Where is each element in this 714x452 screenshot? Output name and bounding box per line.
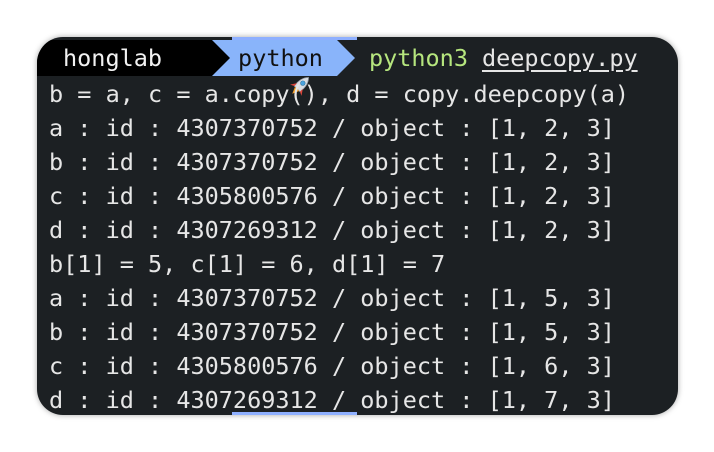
output-line: d : id : 4307269312 / object : [1, 7, 3] — [49, 386, 615, 414]
terminal-window[interactable]: honglab python python3 deepcopy.py b = a… — [37, 37, 678, 415]
powerline-separator — [212, 40, 231, 76]
rocket-icon — [172, 45, 310, 96]
prompt-directory: python — [238, 44, 323, 72]
terminal-output: b = a, c = a.copy(), d = copy.deepcopy(a… — [49, 77, 674, 415]
prompt-user-segment: honglab — [37, 40, 310, 96]
powerline-separator — [336, 40, 355, 76]
command-line[interactable]: python3 deepcopy.py — [369, 44, 638, 72]
output-line: d : id : 4307269312 / object : [1, 2, 3] — [49, 216, 615, 244]
shell-prompt: honglab python python3 deepcopy.py — [37, 40, 678, 96]
output-line: a : id : 4307370752 / object : [1, 2, 3] — [49, 114, 615, 142]
prompt-directory-segment: python — [212, 40, 355, 76]
output-line: b[1] = 5, c[1] = 6, d[1] = 7 — [49, 250, 446, 278]
next-prompt-fragment — [232, 412, 357, 415]
output-line: b : id : 4307370752 / object : [1, 5, 3] — [49, 318, 615, 346]
prompt-user: honglab — [63, 44, 163, 72]
command-name: python3 — [368, 44, 468, 72]
output-line: c : id : 4305800576 / object : [1, 6, 3] — [49, 352, 615, 380]
output-line: b : id : 4307370752 / object : [1, 2, 3] — [49, 148, 615, 176]
output-line: a : id : 4307370752 / object : [1, 5, 3] — [49, 284, 615, 312]
output-line: c : id : 4305800576 / object : [1, 2, 3] — [49, 182, 615, 210]
output-line: b = a, c = a.copy(), d = copy.deepcopy(a… — [49, 80, 630, 108]
command-argument-file: deepcopy.py — [481, 44, 638, 72]
